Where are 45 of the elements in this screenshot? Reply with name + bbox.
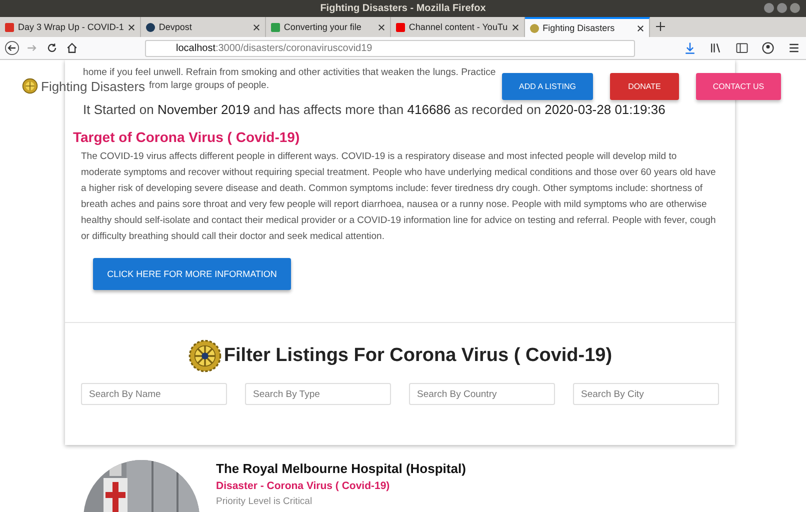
favicon-icon [146, 22, 155, 32]
back-icon[interactable] [5, 41, 19, 55]
close-button[interactable] [790, 3, 800, 13]
wheel-logo-icon [188, 339, 222, 373]
close-tab-icon[interactable] [128, 24, 135, 30]
stats-text: It Started on November 2019 and has affects more than 416686 as recorded on 2020-03-28 01:19:36 [83, 102, 666, 117]
more-information-button[interactable]: CLICK HERE FOR MORE INFORMATION [93, 258, 291, 290]
nav-button[interactable]: CONTACT US [696, 72, 781, 100]
window-title: Fighting Disasters - Mozilla Firefox [320, 3, 486, 14]
nav-button[interactable]: ADD A LISTING [502, 72, 593, 100]
address-field[interactable]: localhost:3000/disasters/coronaviruscovid19 [145, 40, 635, 56]
browser-tab[interactable]: Fighting Disasters [524, 17, 650, 37]
menu-icon[interactable] [787, 41, 801, 55]
section-heading: Target of Corona Virus ( Covid-19) [73, 129, 301, 145]
close-tab-icon[interactable] [378, 24, 385, 30]
intro-text-line: from large groups of people. [149, 79, 269, 92]
close-tab-icon[interactable] [252, 24, 260, 30]
filter-heading: Filter Listings For Corona Virus ( Covid-19) [224, 345, 612, 367]
home-icon[interactable] [65, 41, 79, 55]
search-field[interactable]: Search By Country [409, 383, 555, 405]
reload-icon[interactable] [45, 41, 59, 55]
search-field[interactable]: Search By Type [245, 383, 391, 405]
close-tab-icon[interactable] [636, 24, 644, 32]
nav-button[interactable]: DONATE [610, 72, 679, 100]
maximize-button[interactable] [777, 3, 787, 13]
brand-name[interactable]: Fighting Disasters [41, 78, 146, 94]
wheel-logo-icon [22, 78, 38, 94]
listing-title: The Royal Melbourne Hospital (Hospital) [216, 461, 466, 476]
minimize-button[interactable] [764, 3, 774, 13]
sidebar-icon[interactable] [735, 41, 749, 55]
close-tab-icon[interactable] [512, 24, 519, 30]
disaster-label: Disaster - Corona Virus ( Covid-19) [216, 480, 391, 492]
favicon-icon [5, 22, 14, 32]
search-field[interactable]: Search By City [573, 383, 719, 405]
description-paragraph: The COVID-19 virus affects different people in different ways. COVID-19 is a respiratory disease and most infected people will develop mild to moderate symptoms and recover without requiring special treatment. People who have underlying medical conditions and those over 60 years old have a higher risk of developing severe disease and death. Common symptoms include: fever tiredness dry cough. Other symptoms include: shortness of breath aches and pains sore throat and very few people will report diarrhoea, nausea or a runny nose. People with mild symptoms who are otherwise healthy should self-isolate and contact their medical provider or a COVID-19 information line for advice on testing and referral. People with fever, cough or difficulty breathing should call their doctor and seek medical attention. [81, 150, 717, 244]
new-tab-icon[interactable] [656, 22, 665, 31]
priority-text: Priority Level is Critical [216, 496, 314, 507]
favicon-icon [396, 22, 405, 32]
library-icon[interactable] [709, 41, 723, 55]
download-icon[interactable] [683, 41, 697, 55]
account-icon[interactable] [761, 41, 775, 55]
favicon-icon [270, 22, 280, 32]
intro-text-line: home if you feel unwell. Refrain from smoking and other activities that weaken the lungs. Practice [83, 66, 496, 79]
favicon-icon [530, 24, 539, 32]
search-field[interactable]: Search By Name [81, 383, 227, 405]
